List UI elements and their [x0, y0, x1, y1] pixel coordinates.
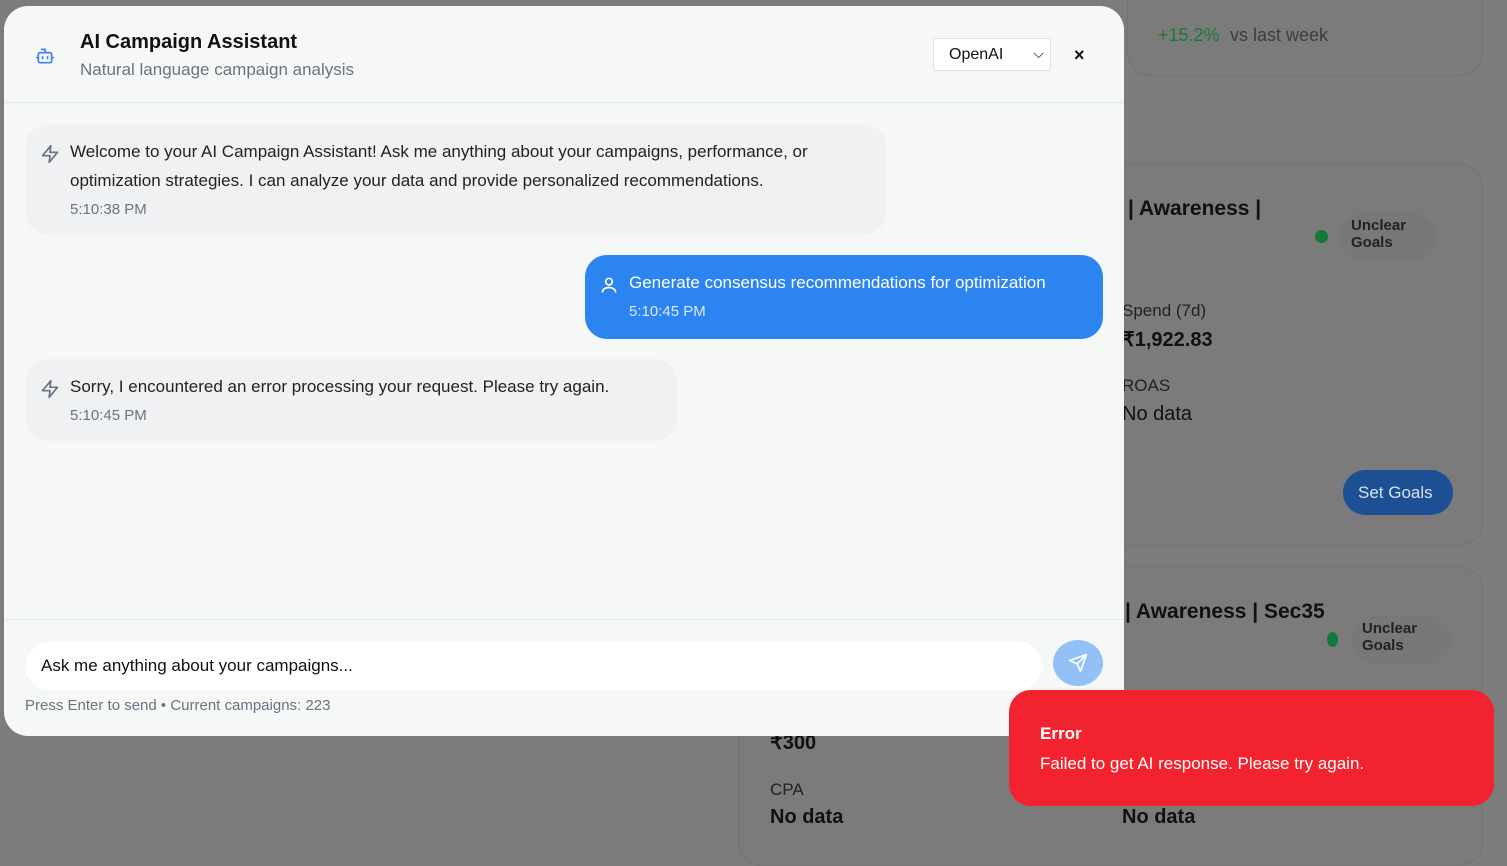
chevron-down-icon: ⌵: [1033, 45, 1044, 61]
ai-assistant-modal: AI Campaign Assistant Natural language c…: [4, 6, 1124, 736]
message-time: 5:10:45 PM: [629, 303, 706, 320]
chat-input[interactable]: [26, 642, 1042, 690]
cpa-label: CPA: [770, 780, 804, 799]
cpa-value: No data: [770, 806, 844, 828]
toast-title: Error: [1040, 724, 1082, 743]
message-text: Sorry, I encountered an error processing…: [70, 377, 610, 396]
status-dot: [1327, 632, 1338, 647]
error-toast: Error Failed to get AI response. Please …: [1009, 690, 1494, 806]
modal-header: AI Campaign Assistant Natural language c…: [4, 6, 1124, 103]
roas-value: No data: [1122, 806, 1196, 828]
zap-icon: [41, 144, 59, 164]
provider-value: OpenAI: [949, 46, 1004, 63]
spend-value: ₹1,922.83: [1122, 329, 1213, 351]
stat-change-label: vs last week: [1230, 25, 1329, 45]
modal-subtitle: Natural language campaign analysis: [80, 60, 355, 79]
user-message: Generate consensus recommendations for o…: [585, 255, 1103, 339]
status-badge: Unclear Goals: [1351, 616, 1451, 664]
assistant-message: Welcome to your AI Campaign Assistant! A…: [26, 124, 886, 235]
bot-icon: [35, 48, 55, 64]
zap-icon: [41, 379, 59, 399]
roas-label: ROAS: [1122, 376, 1171, 395]
campaign-title: | Awareness | Sec35: [1125, 600, 1325, 623]
stat-change: +15.2%: [1158, 25, 1220, 45]
chat-footer: Press Enter to send • Current campaigns:…: [4, 619, 1124, 736]
user-icon: [601, 277, 617, 293]
modal-title: AI Campaign Assistant: [80, 31, 298, 53]
send-button[interactable]: [1053, 640, 1103, 686]
input-hint: Press Enter to send • Current campaigns:…: [25, 697, 331, 714]
send-icon: [1068, 653, 1088, 673]
roas-value: No data: [1122, 403, 1193, 425]
message-text: Generate consensus recommendations for o…: [629, 273, 1046, 292]
close-button[interactable]: ×: [1074, 45, 1085, 66]
status-badge: Unclear Goals: [1340, 213, 1436, 261]
set-goals-button[interactable]: Set Goals: [1343, 470, 1453, 515]
toast-message: Failed to get AI response. Please try ag…: [1040, 754, 1365, 773]
status-dot: [1315, 230, 1328, 243]
message-text: Welcome to your AI Campaign Assistant! A…: [70, 142, 808, 190]
spend-label: Spend (7d): [1122, 301, 1207, 320]
assistant-message: Sorry, I encountered an error processing…: [26, 359, 677, 441]
campaign-title: | Awareness |: [1128, 197, 1262, 220]
message-time: 5:10:45 PM: [70, 407, 147, 424]
provider-select[interactable]: OpenAI ⌵: [933, 38, 1051, 71]
message-time: 5:10:38 PM: [70, 201, 147, 218]
